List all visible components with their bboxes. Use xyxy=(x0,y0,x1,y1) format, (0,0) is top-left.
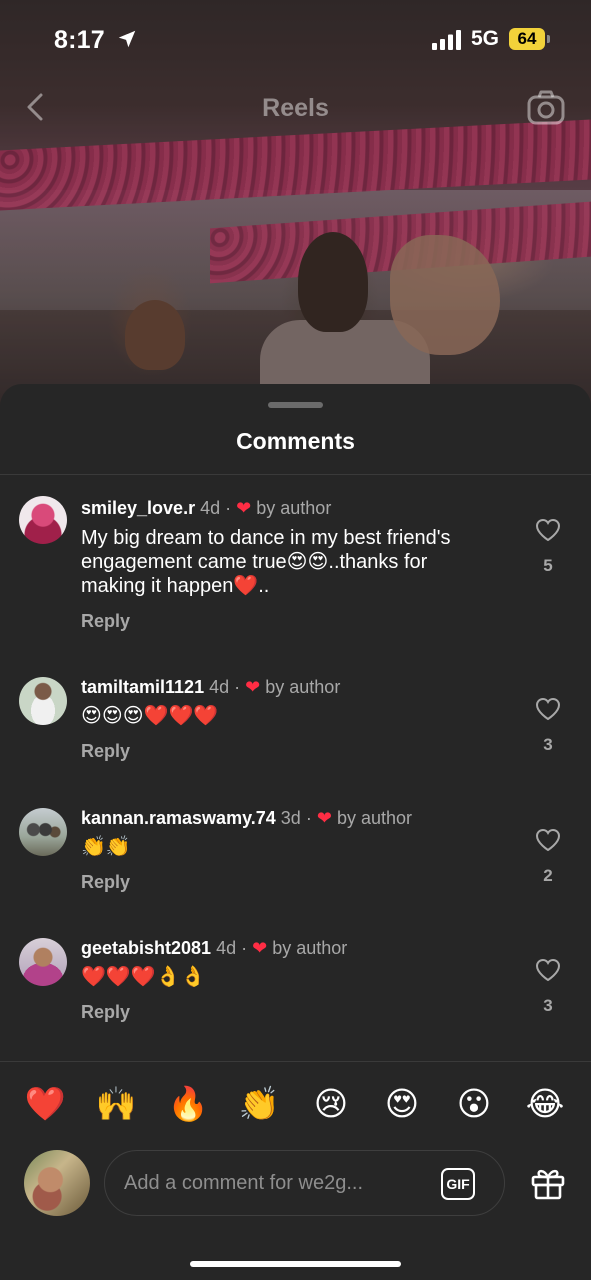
gift-icon[interactable] xyxy=(530,1166,566,1200)
meta-separator: · xyxy=(234,677,241,697)
liked-by-author-label: by author xyxy=(336,808,413,828)
comment-age: 3d xyxy=(280,808,301,828)
reply-button[interactable]: Reply xyxy=(81,1002,130,1023)
heart-outline-icon[interactable] xyxy=(535,518,561,542)
comment-input-placeholder: Add a comment for we2g... xyxy=(124,1172,364,1194)
reaction-clap-button[interactable]: 👏 xyxy=(237,1082,281,1126)
network-type: 5G xyxy=(471,27,500,50)
like-count: 3 xyxy=(543,996,553,1015)
avatar[interactable] xyxy=(19,808,67,856)
heart-icon: ❤ xyxy=(236,498,252,518)
comment-username[interactable]: smiley_love.r xyxy=(81,498,195,518)
reaction-fire-button[interactable]: 🔥 xyxy=(166,1082,210,1126)
heart-outline-icon[interactable] xyxy=(535,697,561,721)
comment-username[interactable]: geetabisht2081 xyxy=(81,938,211,958)
comment-input[interactable]: Add a comment for we2g... GIF xyxy=(104,1150,505,1216)
reply-button[interactable]: Reply xyxy=(81,872,130,893)
camera-icon[interactable] xyxy=(527,90,565,126)
comment-meta: geetabisht2081 4d · ❤ by author xyxy=(81,938,347,959)
heart-icon: ❤ xyxy=(245,677,261,697)
sheet-grabber-handle[interactable] xyxy=(268,402,323,408)
comment-text: 😍😍😍❤️❤️❤️ xyxy=(81,705,219,727)
location-arrow-icon xyxy=(118,30,136,48)
comment-meta: smiley_love.r 4d · ❤ by author xyxy=(81,498,331,519)
reels-header: Reels xyxy=(0,86,591,130)
meta-separator: · xyxy=(241,938,248,958)
gif-button[interactable]: GIF xyxy=(441,1168,475,1200)
comment-username[interactable]: kannan.ramaswamy.74 xyxy=(81,808,276,828)
status-bar: 8:17 5G 64 xyxy=(0,0,591,80)
reaction-heart-eyes-button[interactable]: 😍 xyxy=(380,1082,424,1126)
sheet-title: Comments xyxy=(236,428,355,454)
comment-meta: tamiltamil1121 4d · ❤ by author xyxy=(81,677,340,698)
avatar[interactable] xyxy=(19,496,67,544)
avatar[interactable] xyxy=(19,938,67,986)
heart-outline-icon[interactable] xyxy=(535,958,561,982)
like-count: 3 xyxy=(543,735,553,754)
heart-icon: ❤ xyxy=(252,938,268,958)
comment-text: ❤️❤️❤️👌👌 xyxy=(81,966,206,988)
reaction-laughing-button[interactable]: 😂 xyxy=(523,1082,567,1126)
avatar[interactable] xyxy=(19,677,67,725)
heart-icon: ❤ xyxy=(316,808,332,828)
reels-title: Reels xyxy=(262,94,329,122)
divider xyxy=(0,1061,591,1062)
like-count: 2 xyxy=(543,866,553,885)
liked-by-author-label: by author xyxy=(272,938,348,958)
status-time: 8:17 xyxy=(54,26,105,54)
meta-separator: · xyxy=(225,498,232,518)
comment-age: 4d xyxy=(216,938,237,958)
comment-age: 4d xyxy=(200,498,221,518)
heart-outline-icon[interactable] xyxy=(535,828,561,852)
reaction-heart-button[interactable]: ❤️ xyxy=(23,1082,67,1126)
battery-tip xyxy=(547,35,550,43)
reaction-surprised-button[interactable]: 😮 xyxy=(452,1082,496,1126)
home-indicator[interactable] xyxy=(190,1261,401,1267)
comment-meta: kannan.ramaswamy.74 3d · ❤ by author xyxy=(81,808,412,829)
reply-button[interactable]: Reply xyxy=(81,611,130,632)
divider xyxy=(0,474,591,475)
liked-by-author-label: by author xyxy=(256,498,332,518)
meta-separator: · xyxy=(305,808,312,828)
comment-text: 👏👏 xyxy=(81,836,131,858)
current-user-avatar xyxy=(24,1150,90,1216)
comment-age: 4d xyxy=(209,677,230,697)
reaction-crying-button[interactable]: 😢 xyxy=(309,1082,353,1126)
liked-by-author-label: by author xyxy=(265,677,341,697)
reaction-raised-hands-button[interactable]: 🙌 xyxy=(94,1082,138,1126)
comment-username[interactable]: tamiltamil1121 xyxy=(81,677,204,697)
comment-text: My big dream to dance in my best friend'… xyxy=(81,527,451,597)
like-count: 5 xyxy=(543,556,553,575)
quick-reactions-bar: ❤️ 🙌 🔥 👏 😢 😍 😮 😂 xyxy=(0,1082,591,1128)
battery-icon: 64 xyxy=(509,28,545,50)
signal-bars-icon xyxy=(432,30,461,50)
reply-button[interactable]: Reply xyxy=(81,741,130,762)
